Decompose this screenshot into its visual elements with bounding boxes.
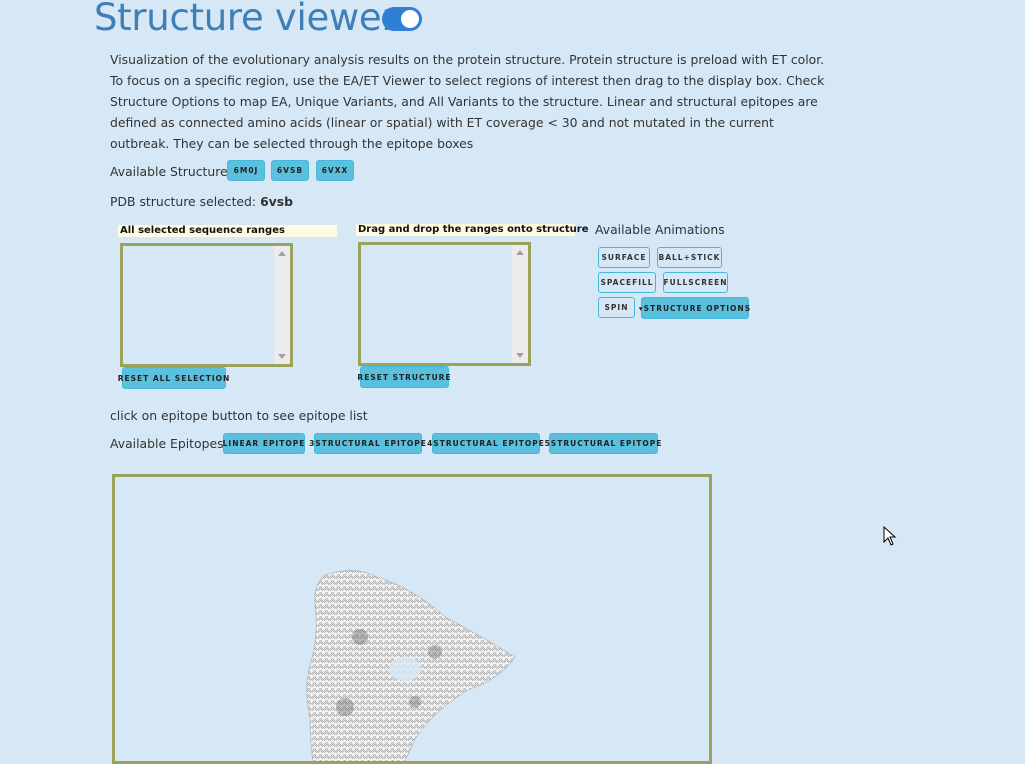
selected-ranges-list[interactable] xyxy=(120,243,293,367)
reset-all-selection-button[interactable]: RESET ALL SELECTION xyxy=(118,367,229,389)
scroll-down-icon[interactable] xyxy=(278,354,286,359)
pdb-selected-value: 6vsb xyxy=(260,194,294,209)
structure-display-box[interactable] xyxy=(112,474,712,764)
selected-ranges-title: All selected sequence ranges xyxy=(118,225,337,237)
scroll-up-icon[interactable] xyxy=(278,251,286,256)
3structural-epitope-button[interactable]: 3STRUCTURAL EPITOPE xyxy=(309,433,426,454)
spacefill-button[interactable]: SPACEFILL xyxy=(598,272,656,293)
available-epitopes-label: Available Epitopes : xyxy=(110,436,232,451)
reset-structure-button[interactable]: RESET STRUCTURE xyxy=(357,366,451,388)
epitope-hint: click on epitope button to see epitope l… xyxy=(110,408,368,423)
page-title: Structure viewer xyxy=(94,0,397,39)
scroll-up-icon[interactable] xyxy=(516,250,524,255)
description-text: Visualization of the evolutionary analys… xyxy=(110,52,825,151)
drag-drop-title: Drag and drop the ranges onto structure xyxy=(356,224,589,236)
available-animations-label: Available Animations xyxy=(595,222,725,237)
ball-stick-button[interactable]: BALL+STICK xyxy=(657,247,722,268)
drag-drop-scrollbar[interactable] xyxy=(512,245,528,363)
structure-button-6m0j[interactable]: 6M0J xyxy=(227,160,265,181)
spin-button[interactable]: SPIN xyxy=(598,297,635,318)
mouse-cursor-icon xyxy=(883,526,897,546)
drag-drop-target[interactable] xyxy=(358,242,531,366)
pdb-selected-label: PDB structure selected: xyxy=(110,194,257,209)
structure-options-dropdown[interactable]: ▾STRUCTURE OPTIONS xyxy=(639,297,750,319)
selected-ranges-scrollbar[interactable] xyxy=(274,246,290,364)
toggle-knob xyxy=(401,10,419,28)
protein-structure-render[interactable] xyxy=(115,477,709,764)
structure-viewer-toggle[interactable] xyxy=(382,7,422,31)
5structural-epitope-button[interactable]: 5STRUCTURAL EPITOPE xyxy=(545,433,661,454)
scroll-down-icon[interactable] xyxy=(516,353,524,358)
linear-epitope-button[interactable]: LINEAR EPITOPE xyxy=(223,433,305,454)
available-structure-label: Available Structure : xyxy=(110,164,236,179)
structure-button-6vsb[interactable]: 6VSB xyxy=(271,160,309,181)
4structural-epitope-button[interactable]: 4STRUCTURAL EPITOPE xyxy=(427,433,544,454)
fullscreen-button[interactable]: FULLSCREEN xyxy=(663,272,728,293)
surface-button[interactable]: SURFACE xyxy=(598,247,650,268)
pdb-selected: PDB structure selected: 6vsb xyxy=(110,194,293,209)
structure-button-6vxx[interactable]: 6VXX xyxy=(316,160,354,181)
